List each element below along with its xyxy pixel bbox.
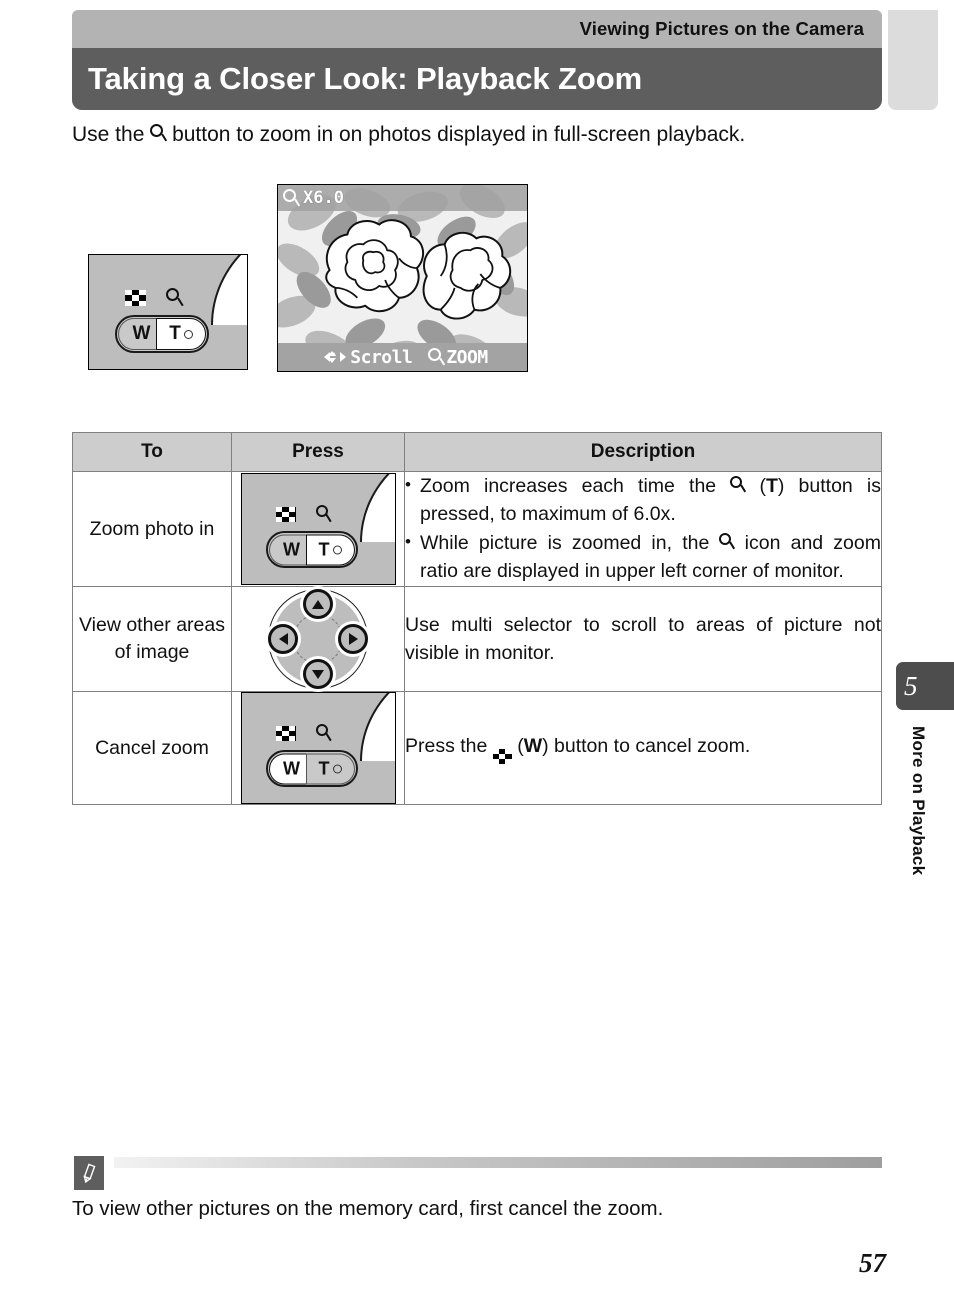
thumbnail-icon (275, 507, 296, 522)
scroll-label: Scroll (350, 346, 413, 368)
table-header-to: To (72, 432, 232, 472)
wide-button-label: W (132, 323, 151, 344)
multi-selector-center-guide (293, 614, 343, 664)
bullet-text-part: While picture is zoomed in, the (420, 532, 710, 554)
multi-selector-right-button[interactable] (338, 624, 368, 654)
tele-button-dot (332, 545, 342, 554)
intro-paragraph: Use the button to zoom in on photos disp… (72, 120, 902, 150)
table-header-press: Press (231, 432, 405, 472)
bullet-item: While picture is zoomed in, the icon and… (405, 528, 881, 585)
table-row: Cancel zoom W T Press the (W) button to … (72, 691, 882, 805)
arrow-right-icon (348, 633, 358, 645)
intro-text-after: button to zoom in on photos displayed in… (172, 123, 746, 146)
dpad-arrows-icon (317, 349, 347, 365)
description-text: Press the (W) button to cancel zoom. (405, 732, 881, 764)
tele-button[interactable]: T (156, 318, 206, 350)
magnifier-icon (428, 347, 446, 367)
running-head-text: Viewing Pictures on the Camera (579, 18, 864, 39)
wide-button-label: W (283, 758, 300, 778)
tele-button-label: T (169, 323, 181, 344)
tele-button-dot (332, 764, 342, 773)
chapter-tab: 5 (896, 662, 954, 710)
monitor-status-bar: Scroll ZOOM (278, 343, 527, 371)
row-view-other-areas-label: View other areas of image (72, 586, 232, 692)
table-header-row: To Press Description (72, 432, 882, 472)
row-zoom-photo-in-control: W T (231, 471, 405, 587)
zoom-rocker-switch[interactable]: W T (265, 531, 358, 568)
zoom-rocker-switch[interactable]: W T (265, 750, 358, 787)
row-cancel-zoom-label: Cancel zoom (72, 691, 232, 805)
description-text: Use multi selector to scroll to areas of… (405, 614, 881, 664)
multi-selector-down-button[interactable] (303, 659, 333, 689)
magnifier-icon (719, 533, 736, 551)
tele-button-dot (183, 329, 193, 339)
playback-zoom-table: To Press Description Zoom photo in W T •… (72, 432, 882, 805)
zoom-ratio-text: X6.0 (303, 188, 344, 208)
arrow-up-icon (312, 599, 324, 609)
bullet-item: Zoom increases each time the (T) button … (405, 471, 881, 528)
pencil-svg (83, 1163, 96, 1184)
table-row: View other areas of image Use multi sele… (72, 586, 882, 692)
zoom-rocker-switch[interactable]: W T (115, 315, 209, 353)
row-zoom-photo-in-label: Zoom photo in (72, 471, 232, 587)
wide-ref-label: W (523, 735, 543, 757)
table-header-description: Description (404, 432, 882, 472)
monitor-zoom-indicator: X6.0 (278, 185, 527, 211)
magnifier-icon (283, 188, 300, 208)
bullet-text-part: Zoom increases each time the (420, 475, 717, 497)
page-header: Viewing Pictures on the Camera Taking a … (72, 10, 882, 110)
tele-button-label: T (318, 539, 330, 559)
thumbnail-icon (492, 749, 512, 764)
multi-selector-illustration[interactable] (266, 587, 370, 691)
row-cancel-zoom-description: Press the (W) button to cancel zoom. (404, 691, 882, 805)
arrow-left-icon (278, 633, 288, 645)
magnifier-icon (150, 124, 168, 143)
note-divider (114, 1157, 882, 1168)
zoom-rocker-illustration-wide: W T (240, 692, 396, 804)
thumbnail-icon (275, 726, 296, 741)
thumbnail-icon (125, 290, 146, 306)
row-view-other-areas-description: Use multi selector to scroll to areas of… (404, 586, 882, 692)
chapter-label: More on Playback (909, 726, 928, 876)
description-text-part: ) button to cancel zoom. (542, 735, 751, 757)
running-head-bar: Viewing Pictures on the Camera (72, 10, 882, 48)
tele-button[interactable]: T (305, 753, 355, 784)
figure-camera-monitor: X6.0 Scroll ZOOM (277, 184, 528, 372)
row-cancel-zoom-control: W T (231, 691, 405, 805)
multi-selector-left-button[interactable] (268, 624, 298, 654)
chapter-title-bar: Taking a Closer Look: Playback Zoom (72, 48, 882, 110)
note-text: To view other pictures on the memory car… (72, 1197, 664, 1220)
page-title: Taking a Closer Look: Playback Zoom (88, 61, 643, 96)
pencil-icon (74, 1156, 104, 1190)
figure-zone: W T X6.0 Scroll ZOOM (0, 182, 954, 392)
table-row: Zoom photo in W T • Zoom increases each … (72, 471, 882, 587)
tele-ref-label: T (765, 475, 778, 497)
magnifier-icon (315, 505, 332, 525)
zoom-label: ZOOM (446, 346, 488, 368)
dpad-arrows-svg (324, 351, 347, 363)
zoom-rocker-illustration-tele: W T (240, 473, 396, 585)
figure-camera-zoom-control: W T (88, 254, 248, 370)
chapter-number: 5 (904, 670, 918, 701)
intro-text-before: Use the (72, 123, 145, 146)
header-right-tab (888, 10, 938, 110)
magnifier-icon (315, 724, 332, 744)
wide-button-label: W (283, 539, 300, 559)
magnifier-icon (730, 476, 747, 494)
magnifier-icon (166, 288, 184, 309)
row-zoom-photo-in-description: Zoom increases each time the (T) button … (404, 471, 882, 587)
arrow-down-icon (312, 669, 324, 679)
tele-button[interactable]: T (305, 534, 355, 565)
description-bullets: Zoom increases each time the (T) button … (405, 471, 881, 585)
tele-button-label: T (318, 758, 330, 778)
multi-selector-up-button[interactable] (303, 589, 333, 619)
description-text-part: Press the (405, 735, 488, 757)
row-view-other-areas-control (231, 586, 405, 692)
page-number: 57 (859, 1248, 886, 1278)
